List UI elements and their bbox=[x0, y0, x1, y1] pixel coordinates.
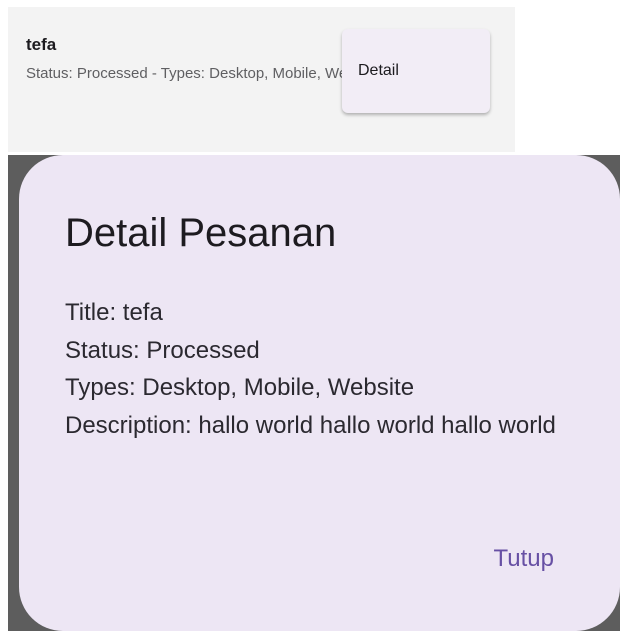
order-detail-dialog: Detail Pesanan Title: tefa Status: Proce… bbox=[19, 155, 620, 631]
order-subtitle: Status: Processed - Types: Desktop, Mobi… bbox=[26, 65, 346, 82]
detail-button[interactable]: Detail bbox=[342, 29, 490, 113]
detail-status-line: Status: Processed bbox=[65, 336, 260, 364]
detail-types-line: Types: Desktop, Mobile, Website bbox=[65, 374, 415, 401]
dialog-content: Title: tefa Status: Processed Types: Des… bbox=[65, 294, 585, 444]
detail-title-line: Title: tefa bbox=[65, 299, 163, 326]
dialog-title: Detail Pesanan bbox=[65, 211, 337, 255]
order-title: tefa bbox=[26, 35, 57, 54]
order-list-item: tefa Status: Processed - Types: Desktop,… bbox=[8, 7, 515, 152]
detail-description-line: Description: hallo world hallo world hal… bbox=[65, 411, 556, 439]
close-button[interactable]: Tutup bbox=[494, 545, 554, 573]
